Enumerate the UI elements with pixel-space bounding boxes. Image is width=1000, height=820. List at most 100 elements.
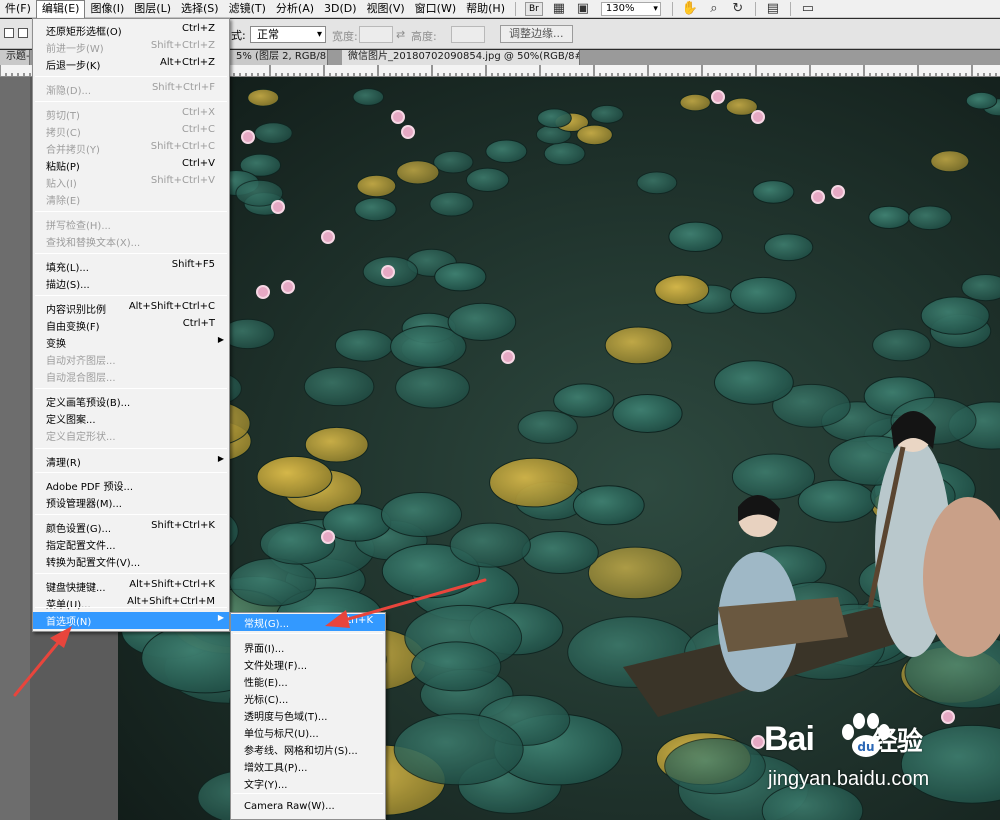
selection-new-icon[interactable] — [4, 28, 14, 38]
preferences-submenu-item[interactable]: 增效工具(P)... — [231, 758, 385, 775]
edit-menu-item[interactable]: 内容识别比例 Alt+Shift+Ctrl+C — [33, 300, 229, 317]
preferences-submenu-item[interactable]: 透明度与色域(T)... — [231, 707, 385, 724]
hand-tool-icon[interactable]: ✋ — [681, 1, 699, 17]
edit-menu-item[interactable]: 填充(L)... Shift+F5 — [33, 258, 229, 275]
tab-document-3[interactable]: 微信图片_20180702090854.jpg @ 50%(RGB/8#) *× — [342, 50, 580, 65]
svg-text:du: du — [857, 740, 874, 754]
arrange-documents-icon[interactable]: ▤ — [764, 1, 782, 17]
style-select[interactable]: 正常 — [250, 26, 326, 43]
preferences-submenu-item[interactable]: 文字(Y)... — [231, 775, 385, 792]
menu-item-label: 填充(L)... — [46, 263, 89, 274]
menu-item-label: 文字(Y)... — [244, 780, 288, 791]
menu-file[interactable]: 件(F) — [0, 0, 36, 18]
menu-item-label: 贴入(I) — [46, 179, 77, 190]
menu-separator — [35, 514, 227, 515]
menu-item-label: 透明度与色域(T)... — [244, 712, 328, 723]
mini-bridge-icon[interactable]: ▦ — [550, 1, 568, 17]
selection-add-icon[interactable] — [18, 28, 28, 38]
menu-item-label: 自动对齐图层... — [46, 356, 116, 367]
menu-item-label: 清除(E) — [46, 196, 81, 207]
width-field[interactable] — [359, 26, 393, 43]
menu-help[interactable]: 帮助(H) — [461, 0, 510, 18]
preferences-submenu-item[interactable]: 参考线、网格和切片(S)... — [231, 741, 385, 758]
menu-item-label: 指定配置文件... — [46, 541, 116, 552]
menu-item-label: 光标(C)... — [244, 695, 289, 706]
preferences-submenu-item[interactable]: 界面(I)... — [231, 639, 385, 656]
view-extras-icon[interactable]: ▣ — [574, 1, 592, 17]
preferences-submenu-item[interactable]: 光标(C)... — [231, 690, 385, 707]
menu-window[interactable]: 窗口(W) — [410, 0, 461, 18]
edit-menu-item[interactable]: 转换为配置文件(V)... — [33, 553, 229, 570]
menu-separator — [233, 633, 383, 634]
edit-menu-item[interactable]: 描边(S)... — [33, 275, 229, 292]
menu-select[interactable]: 选择(S) — [176, 0, 224, 18]
tab-document-1[interactable]: 示题-1 — [0, 50, 30, 65]
menu-item-label: Camera Raw(W)... — [244, 801, 335, 812]
edit-menu-item[interactable]: 预设管理器(M)... — [33, 494, 229, 511]
refine-edge-button[interactable]: 调整边缘... — [500, 25, 573, 43]
edit-menu-item[interactable]: 自由变换(F) Ctrl+T — [33, 317, 229, 334]
menu-separator — [35, 76, 227, 77]
preferences-submenu-item[interactable]: 文件处理(F)... — [231, 656, 385, 673]
preferences-submenu-item[interactable]: 性能(E)... — [231, 673, 385, 690]
menu-item-label: 拷贝(C) — [46, 128, 81, 139]
menu-separator — [754, 1, 756, 16]
menu-separator — [35, 253, 227, 254]
style-label: 式: — [231, 29, 246, 42]
zoom-level-select[interactable]: 130% — [600, 1, 661, 16]
edit-menu-item: 自动混合图层... — [33, 368, 229, 385]
edit-menu-item[interactable]: 粘贴(P) Ctrl+V — [33, 157, 229, 174]
menu-item-label: 常规(G)... — [244, 619, 290, 630]
edit-menu-item[interactable]: 定义画笔预设(B)... — [33, 393, 229, 410]
edit-menu-item[interactable]: 指定配置文件... — [33, 536, 229, 553]
menu-item-label: 合并拷贝(Y) — [46, 145, 100, 156]
swap-icon[interactable]: ⇄ — [396, 28, 405, 41]
watermark-site: jingyan.baidu.com — [768, 768, 930, 790]
menu-item-label: 变换 — [46, 339, 66, 350]
menu-layer[interactable]: 图层(L) — [129, 0, 176, 18]
edit-menu-item[interactable]: 变换 ▶ — [33, 334, 229, 351]
edit-menu-item[interactable]: 后退一步(K) Alt+Ctrl+Z — [33, 56, 229, 73]
height-field[interactable] — [451, 26, 485, 43]
edit-menu-item[interactable]: 菜单(U)... Alt+Shift+Ctrl+M — [33, 595, 229, 612]
menu-item-label: 粘贴(P) — [46, 162, 80, 173]
menu-separator — [514, 1, 516, 16]
menu-item-shortcut: Ctrl+K — [340, 615, 373, 626]
menu-item-shortcut: Shift+Ctrl+F — [151, 82, 215, 93]
menu-item-label: 性能(E)... — [244, 678, 288, 689]
preferences-submenu-item[interactable]: Camera Raw(W)... — [231, 800, 385, 817]
edit-menu-item[interactable]: 首选项(N) ▶ — [33, 612, 229, 629]
screen-mode-icon[interactable]: ▭ — [799, 1, 817, 17]
preferences-submenu-item[interactable]: 常规(G)... Ctrl+K — [231, 614, 385, 631]
menu-separator — [35, 295, 227, 296]
edit-menu-item[interactable]: 清理(R) ▶ — [33, 453, 229, 470]
menu-item-shortcut: Alt+Shift+Ctrl+C — [128, 301, 215, 312]
menu-analysis[interactable]: 分析(A) — [271, 0, 319, 18]
menu-item-label: 转换为配置文件(V)... — [46, 558, 141, 569]
menu-edit[interactable]: 编辑(E) — [35, 0, 86, 18]
edit-menu-item[interactable]: 定义图案... — [33, 410, 229, 427]
edit-menu-item[interactable]: 还原矩形选框(O) Ctrl+Z — [33, 22, 229, 39]
menu-separator — [671, 1, 673, 16]
menu-view[interactable]: 视图(V) — [362, 0, 410, 18]
preferences-submenu-item[interactable]: 单位与标尺(U)... — [231, 724, 385, 741]
zoom-tool-icon[interactable]: ⌕ — [705, 1, 723, 17]
width-label: 宽度: — [332, 30, 358, 43]
menu-filter[interactable]: 滤镜(T) — [224, 0, 271, 18]
bridge-button[interactable]: Br — [524, 1, 543, 16]
menu-item-label: 后退一步(K) — [46, 61, 101, 72]
tab-document-2[interactable]: 5% (图层 2, RGB/8) *× — [230, 50, 328, 65]
edit-menu-item[interactable]: 键盘快捷键... Alt+Shift+Ctrl+K — [33, 578, 229, 595]
menu-item-label: 首选项(N) — [46, 617, 92, 628]
edit-menu-item[interactable]: 颜色设置(G)... Shift+Ctrl+K — [33, 519, 229, 536]
menu-separator — [233, 793, 383, 794]
edit-menu-item[interactable]: Adobe PDF 预设... — [33, 477, 229, 494]
menu-3d[interactable]: 3D(D) — [319, 0, 362, 18]
edit-menu-item: 自动对齐图层... — [33, 351, 229, 368]
menu-separator — [35, 101, 227, 102]
tab-label: 示题-1 — [6, 51, 30, 62]
menu-image[interactable]: 图像(I) — [85, 0, 129, 18]
menu-item-label: 参考线、网格和切片(S)... — [244, 746, 358, 757]
rotate-view-icon[interactable]: ↻ — [729, 1, 747, 17]
submenu-arrow-icon: ▶ — [217, 613, 224, 622]
